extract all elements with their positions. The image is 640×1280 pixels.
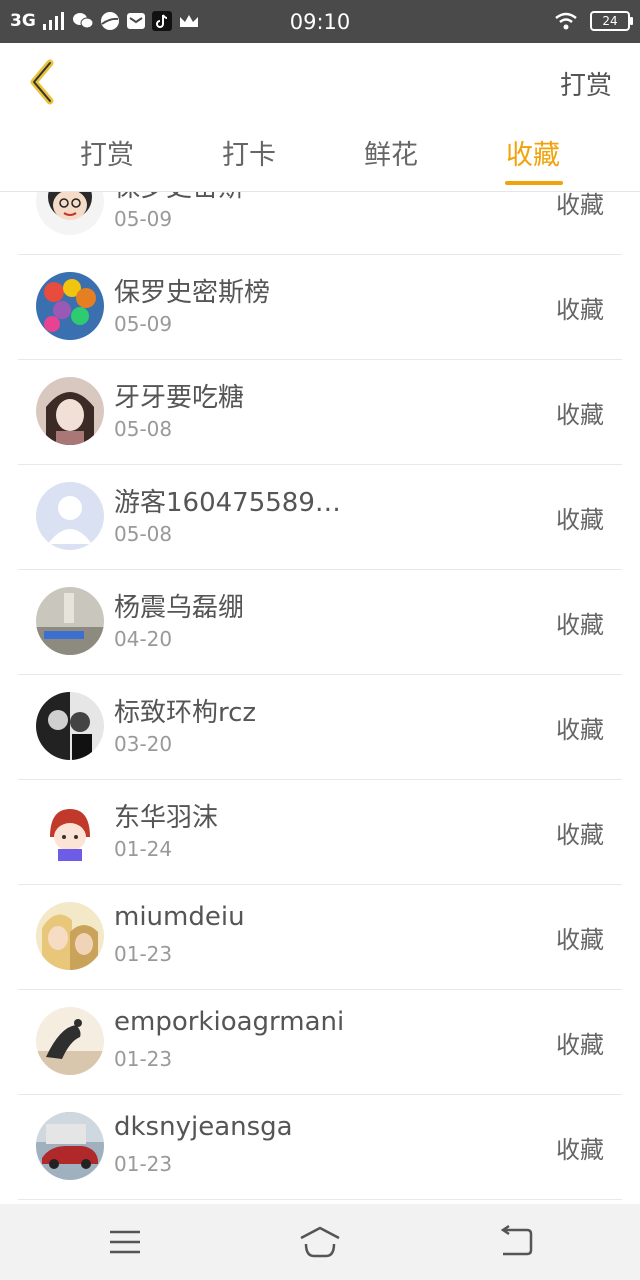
favorite-label: 收藏	[556, 926, 604, 954]
avatar	[36, 797, 104, 865]
user-name: 东华羽沫	[114, 803, 219, 833]
favorite-label: 收藏	[556, 611, 604, 639]
battery-level: 24	[602, 14, 618, 28]
back-arrow-icon[interactable]	[22, 57, 62, 107]
favorite-label: 收藏	[556, 192, 604, 219]
tab-checkin[interactable]: 打卡	[194, 133, 304, 172]
favorite-date: 05-09	[114, 312, 173, 336]
list-item[interactable]: 游客160475589… 05-08 收藏	[18, 464, 622, 570]
user-name: dksnyjeansga	[114, 1112, 293, 1142]
user-name: emporkioagrmani	[114, 1007, 345, 1037]
tab-flowers[interactable]: 鲜花	[336, 133, 446, 172]
list-item[interactable]: 东华羽沫 01-24 收藏	[18, 779, 622, 885]
list-item[interactable]: 保罗史密斯 05-09 收藏	[18, 192, 622, 255]
favorite-label: 收藏	[556, 716, 604, 744]
favorite-date: 05-09	[114, 207, 173, 231]
favorite-date: 01-23	[114, 1047, 173, 1071]
menu-icon[interactable]	[105, 1224, 145, 1260]
favorite-date: 01-23	[114, 942, 173, 966]
favorite-label: 收藏	[556, 401, 604, 429]
favorites-list: 保罗史密斯 05-09 收藏 保罗史密斯榜 05-09 收藏 牙牙要吃糖 05-…	[0, 192, 640, 1204]
avatar	[36, 192, 104, 235]
avatar	[36, 902, 104, 970]
user-name: 杨震乌磊绷	[114, 593, 245, 623]
status-right: 24	[554, 11, 633, 31]
list-item[interactable]: 杨震乌磊绷 04-20 收藏	[18, 569, 622, 675]
list-item[interactable]: 标致环枸rcz 03-20 收藏	[18, 674, 622, 780]
user-name: 标致环枸rcz	[114, 698, 257, 728]
user-name: 保罗史密斯榜	[114, 278, 271, 308]
list-item[interactable]: 牙牙要吃糖 05-08 收藏	[18, 359, 622, 465]
battery-indicator: 24	[590, 11, 633, 31]
wifi-icon	[555, 12, 577, 30]
default-user-icon	[36, 482, 104, 550]
list-item[interactable]: dksnyjeansga 01-23 收藏	[18, 1094, 622, 1200]
user-name: 牙牙要吃糖	[114, 383, 245, 413]
favorite-label: 收藏	[556, 1136, 604, 1164]
status-bar: 3G 09:10 24	[0, 0, 640, 43]
status-time: 09:10	[289, 10, 351, 34]
avatar	[36, 1007, 104, 1075]
header: 打赏 打赏 打卡 鲜花 收藏	[0, 43, 640, 192]
favorite-date: 04-20	[114, 627, 173, 651]
tab-reward[interactable]: 打赏	[52, 133, 162, 172]
avatar	[36, 692, 104, 760]
list-item[interactable]: emporkioagrmani 01-23 收藏	[18, 989, 622, 1095]
active-tab-indicator	[505, 181, 563, 185]
favorite-date: 03-20	[114, 732, 173, 756]
avatar	[36, 587, 104, 655]
favorite-label: 收藏	[556, 821, 604, 849]
user-name: miumdeiu	[114, 902, 245, 932]
list-item[interactable]: 保罗史密斯榜 05-09 收藏	[18, 254, 622, 360]
user-name: 保罗史密斯	[114, 192, 244, 204]
favorite-label: 收藏	[556, 296, 604, 324]
favorite-label: 收藏	[556, 1031, 604, 1059]
favorite-date: 01-24	[114, 837, 173, 861]
user-name: 游客160475589…	[114, 488, 341, 518]
system-navigation-bar	[0, 1204, 640, 1280]
favorite-date: 01-23	[114, 1152, 173, 1176]
tab-bar: 打赏 打卡 鲜花 收藏	[0, 133, 640, 191]
avatar	[36, 1112, 104, 1180]
avatar	[36, 377, 104, 445]
tab-favorites[interactable]: 收藏	[478, 133, 588, 172]
favorite-date: 05-08	[114, 522, 173, 546]
back-nav-icon[interactable]	[497, 1224, 537, 1260]
reward-button[interactable]: 打赏	[560, 65, 612, 102]
list-item[interactable]: miumdeiu 01-23 收藏	[18, 884, 622, 990]
favorite-label: 收藏	[556, 506, 604, 534]
favorite-date: 05-08	[114, 417, 173, 441]
home-icon[interactable]	[298, 1224, 342, 1260]
avatar	[36, 272, 104, 340]
